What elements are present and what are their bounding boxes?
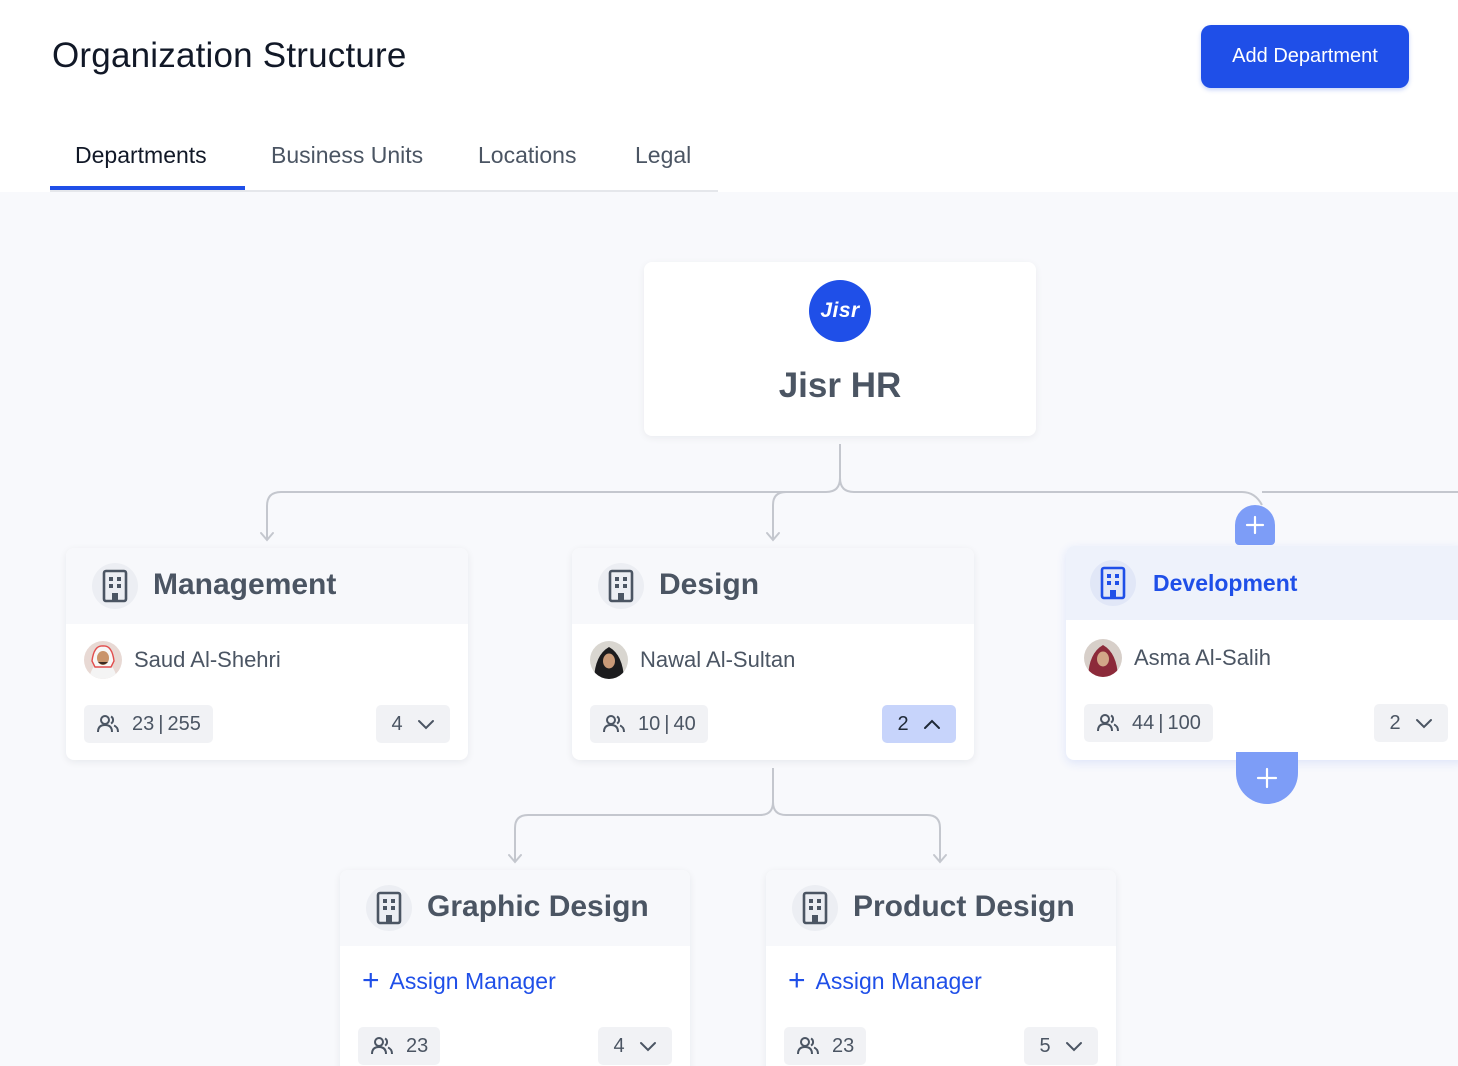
assign-manager-button[interactable]: + Assign Manager — [788, 966, 982, 996]
department-header: Management — [66, 548, 468, 624]
avatar — [590, 641, 628, 679]
department-name: Development — [1153, 570, 1298, 596]
page-title: Organization Structure — [52, 36, 407, 75]
subdepartment-count: 2 — [897, 712, 909, 735]
building-icon — [792, 885, 838, 931]
employee-count: 23 — [132, 712, 155, 735]
add-department-button[interactable]: Add Department — [1201, 25, 1409, 88]
active-tab-indicator — [50, 186, 245, 190]
department-name: Product Design — [853, 890, 1075, 923]
department-name: Management — [153, 568, 337, 601]
tab-bar: Departments Business Units Locations Leg… — [50, 128, 718, 193]
assign-manager-button[interactable]: + Assign Manager — [362, 966, 556, 996]
connector-product-design — [772, 801, 941, 861]
employee-count-badge: 23 | 255 — [84, 705, 213, 743]
building-icon — [92, 563, 138, 609]
employee-count-badge: 23 — [784, 1027, 867, 1065]
org-chart-canvas: Jisr Jisr HR Management Saud Al-Shehri 2… — [0, 192, 1458, 1066]
manager-row[interactable]: Saud Al-Shehri — [84, 641, 281, 679]
connector-development — [839, 477, 1263, 506]
users-icon — [603, 715, 625, 733]
tab-business-units[interactable]: Business Units — [271, 142, 423, 169]
connector-management — [266, 491, 826, 539]
assign-manager-label: Assign Manager — [815, 967, 982, 994]
plus-icon — [1245, 515, 1265, 535]
subdepartment-count: 2 — [1389, 711, 1401, 734]
department-card-design[interactable]: Design Nawal Al-Sultan 10 | 40 2 — [572, 548, 974, 760]
chevron-down-icon — [417, 719, 434, 729]
manager-row[interactable]: Nawal Al-Sultan — [590, 641, 795, 679]
department-card-graphic-design[interactable]: Graphic Design + Assign Manager 23 4 — [340, 870, 690, 1066]
manager-name: Saud Al-Shehri — [134, 647, 281, 672]
department-card-development[interactable]: Development Asma Al-Salih 44 | 100 2 — [1066, 546, 1458, 760]
tab-legal[interactable]: Legal — [635, 142, 691, 169]
employee-count-badge: 44 | 100 — [1084, 704, 1213, 742]
employee-capacity: 40 — [673, 712, 696, 735]
employee-count: 23 — [832, 1034, 855, 1057]
users-icon — [797, 1037, 819, 1055]
department-header: Graphic Design — [340, 870, 690, 946]
employee-capacity: 255 — [167, 712, 201, 735]
employee-count-badge: 10 | 40 — [590, 705, 708, 743]
tab-locations[interactable]: Locations — [478, 142, 576, 169]
plus-icon — [1256, 767, 1278, 789]
plus-icon: + — [788, 964, 806, 997]
users-icon — [97, 715, 119, 733]
chevron-down-icon — [639, 1041, 656, 1051]
building-icon — [598, 563, 644, 609]
employee-count: 44 — [1132, 711, 1155, 734]
add-sibling-button[interactable] — [1235, 505, 1275, 545]
organization-name: Jisr HR — [778, 366, 902, 405]
building-icon — [1090, 560, 1136, 606]
subdepartments-toggle[interactable]: 4 — [598, 1027, 672, 1065]
department-name: Design — [659, 568, 760, 601]
subdepartments-toggle[interactable]: 2 — [1374, 704, 1448, 742]
building-icon — [366, 885, 412, 931]
manager-name: Nawal Al-Sultan — [640, 647, 796, 672]
manager-row[interactable]: Asma Al-Salih — [1084, 639, 1271, 677]
employee-count: 23 — [406, 1034, 429, 1057]
department-header: Product Design — [766, 870, 1116, 946]
department-header: Development — [1066, 546, 1458, 620]
employee-count-badge: 23 — [358, 1027, 441, 1065]
connector-graphic-design — [514, 768, 774, 861]
tab-departments[interactable]: Departments — [75, 142, 207, 169]
company-logo: Jisr — [809, 280, 871, 342]
subdepartment-count: 4 — [613, 1034, 625, 1057]
subdepartment-count: 5 — [1039, 1034, 1051, 1057]
department-header: Design — [572, 548, 974, 624]
subdepartment-count: 4 — [391, 712, 403, 735]
employee-count: 10 — [638, 712, 661, 735]
subdepartments-toggle[interactable]: 5 — [1024, 1027, 1098, 1065]
chevron-up-icon — [923, 719, 940, 729]
users-icon — [1097, 714, 1119, 732]
avatar — [84, 641, 122, 679]
plus-icon: + — [362, 964, 380, 997]
department-card-product-design[interactable]: Product Design + Assign Manager 23 5 — [766, 870, 1116, 1066]
department-card-management[interactable]: Management Saud Al-Shehri 23 | 255 4 — [66, 548, 468, 760]
employee-capacity: 100 — [1167, 711, 1201, 734]
users-icon — [371, 1037, 393, 1055]
assign-manager-label: Assign Manager — [389, 967, 556, 994]
manager-name: Asma Al-Salih — [1134, 645, 1271, 670]
root-organization-card[interactable]: Jisr Jisr HR — [644, 262, 1036, 436]
avatar — [1084, 639, 1122, 677]
department-name: Graphic Design — [427, 890, 649, 923]
subdepartments-toggle[interactable]: 4 — [376, 705, 450, 743]
chevron-down-icon — [1065, 1041, 1082, 1051]
chevron-down-icon — [1415, 718, 1432, 728]
page-header: Organization Structure Add Department De… — [0, 0, 1458, 193]
subdepartments-toggle[interactable]: 2 — [882, 705, 956, 743]
